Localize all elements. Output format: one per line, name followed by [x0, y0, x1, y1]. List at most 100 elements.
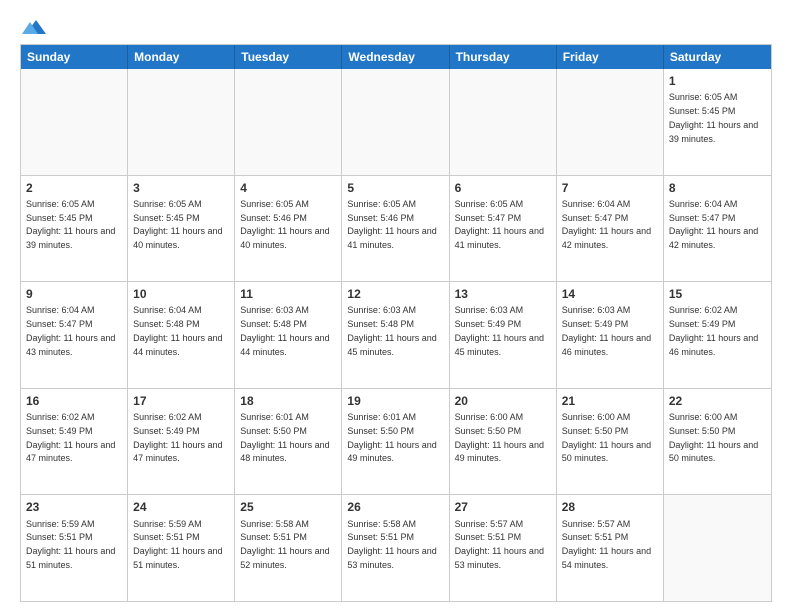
day-detail: Sunrise: 5:57 AM Sunset: 5:51 PM Dayligh… [562, 519, 651, 570]
calendar-cell: 1Sunrise: 6:05 AM Sunset: 5:45 PM Daylig… [664, 69, 771, 175]
day-detail: Sunrise: 6:04 AM Sunset: 5:47 PM Dayligh… [562, 199, 651, 250]
week-row-4: 16 Sunrise: 6:02 AM Sunset: 5:49 PM Dayli… [21, 389, 771, 496]
calendar-cell: 10 Sunrise: 6:04 AM Sunset: 5:48 PM Dayli… [128, 282, 235, 388]
day-detail: Sunrise: 6:00 AM Sunset: 5:50 PM Dayligh… [455, 412, 544, 463]
day-number: 20 [455, 393, 551, 409]
day-number: 15 [669, 286, 766, 302]
calendar-cell: 7 Sunrise: 6:04 AM Sunset: 5:47 PM Daylig… [557, 176, 664, 282]
day-number: 22 [669, 393, 766, 409]
day-detail: Sunrise: 6:02 AM Sunset: 5:49 PM Dayligh… [26, 412, 115, 463]
calendar-cell: 24Sunrise: 5:59 AM Sunset: 5:51 PM Dayli… [128, 495, 235, 601]
day-number: 8 [669, 180, 766, 196]
calendar-page: SundayMondayTuesdayWednesdayThursdayFrid… [0, 0, 792, 612]
day-detail: Sunrise: 6:03 AM Sunset: 5:48 PM Dayligh… [240, 305, 329, 356]
day-number: 11 [240, 286, 336, 302]
day-number: 2 [26, 180, 122, 196]
calendar-cell: 21 Sunrise: 6:00 AM Sunset: 5:50 PM Dayli… [557, 389, 664, 495]
calendar-cell: 27 Sunrise: 5:57 AM Sunset: 5:51 PM Dayli… [450, 495, 557, 601]
calendar-cell: 5 Sunrise: 6:05 AM Sunset: 5:46 PM Daylig… [342, 176, 449, 282]
col-header-saturday: Saturday [664, 45, 771, 69]
day-number: 24 [133, 499, 229, 515]
day-detail: Sunrise: 6:00 AM Sunset: 5:50 PM Dayligh… [669, 412, 758, 463]
col-header-wednesday: Wednesday [342, 45, 449, 69]
day-number: 9 [26, 286, 122, 302]
calendar-cell: 19 Sunrise: 6:01 AM Sunset: 5:50 PM Dayli… [342, 389, 449, 495]
logo [20, 16, 46, 36]
day-number: 13 [455, 286, 551, 302]
day-number: 14 [562, 286, 658, 302]
calendar: SundayMondayTuesdayWednesdayThursdayFrid… [20, 44, 772, 602]
calendar-cell: 14 Sunrise: 6:03 AM Sunset: 5:49 PM Dayli… [557, 282, 664, 388]
day-number: 21 [562, 393, 658, 409]
day-number: 19 [347, 393, 443, 409]
calendar-cell: 8 Sunrise: 6:04 AM Sunset: 5:47 PM Daylig… [664, 176, 771, 282]
day-detail: Sunrise: 6:04 AM Sunset: 5:48 PM Dayligh… [133, 305, 222, 356]
calendar-header-row: SundayMondayTuesdayWednesdayThursdayFrid… [21, 45, 771, 69]
day-detail: Sunrise: 6:02 AM Sunset: 5:49 PM Dayligh… [133, 412, 222, 463]
day-detail: Sunrise: 6:05 AM Sunset: 5:45 PM Dayligh… [669, 92, 758, 143]
day-detail: Sunrise: 5:57 AM Sunset: 5:51 PM Dayligh… [455, 519, 544, 570]
day-number: 4 [240, 180, 336, 196]
day-number: 12 [347, 286, 443, 302]
day-detail: Sunrise: 5:58 AM Sunset: 5:51 PM Dayligh… [240, 519, 329, 570]
day-detail: Sunrise: 6:03 AM Sunset: 5:49 PM Dayligh… [562, 305, 651, 356]
calendar-cell: 6 Sunrise: 6:05 AM Sunset: 5:47 PM Daylig… [450, 176, 557, 282]
day-detail: Sunrise: 6:05 AM Sunset: 5:47 PM Dayligh… [455, 199, 544, 250]
calendar-cell [235, 69, 342, 175]
col-header-tuesday: Tuesday [235, 45, 342, 69]
calendar-cell: 25 Sunrise: 5:58 AM Sunset: 5:51 PM Dayli… [235, 495, 342, 601]
col-header-monday: Monday [128, 45, 235, 69]
calendar-cell: 12 Sunrise: 6:03 AM Sunset: 5:48 PM Dayli… [342, 282, 449, 388]
day-number: 26 [347, 499, 443, 515]
day-number: 18 [240, 393, 336, 409]
calendar-cell [450, 69, 557, 175]
day-detail: Sunrise: 6:05 AM Sunset: 5:46 PM Dayligh… [240, 199, 329, 250]
calendar-cell: 18Sunrise: 6:01 AM Sunset: 5:50 PM Dayli… [235, 389, 342, 495]
day-number: 5 [347, 180, 443, 196]
calendar-cell [557, 69, 664, 175]
week-row-5: 23 Sunrise: 5:59 AM Sunset: 5:51 PM Dayli… [21, 495, 771, 601]
calendar-cell [664, 495, 771, 601]
day-number: 27 [455, 499, 551, 515]
calendar-cell: 23 Sunrise: 5:59 AM Sunset: 5:51 PM Dayli… [21, 495, 128, 601]
calendar-cell: 20 Sunrise: 6:00 AM Sunset: 5:50 PM Dayli… [450, 389, 557, 495]
calendar-cell: 26Sunrise: 5:58 AM Sunset: 5:51 PM Dayli… [342, 495, 449, 601]
calendar-cell: 17Sunrise: 6:02 AM Sunset: 5:49 PM Dayli… [128, 389, 235, 495]
calendar-cell [21, 69, 128, 175]
logo-icon [22, 16, 46, 36]
day-detail: Sunrise: 5:59 AM Sunset: 5:51 PM Dayligh… [26, 519, 115, 570]
day-detail: Sunrise: 6:05 AM Sunset: 5:45 PM Dayligh… [133, 199, 222, 250]
calendar-cell [342, 69, 449, 175]
header [20, 16, 772, 36]
day-detail: Sunrise: 6:03 AM Sunset: 5:49 PM Dayligh… [455, 305, 544, 356]
day-detail: Sunrise: 6:00 AM Sunset: 5:50 PM Dayligh… [562, 412, 651, 463]
calendar-cell: 4 Sunrise: 6:05 AM Sunset: 5:46 PM Daylig… [235, 176, 342, 282]
week-row-1: 1Sunrise: 6:05 AM Sunset: 5:45 PM Daylig… [21, 69, 771, 176]
day-number: 7 [562, 180, 658, 196]
day-number: 10 [133, 286, 229, 302]
calendar-body: 1Sunrise: 6:05 AM Sunset: 5:45 PM Daylig… [21, 69, 771, 601]
day-number: 6 [455, 180, 551, 196]
day-number: 3 [133, 180, 229, 196]
day-number: 16 [26, 393, 122, 409]
day-detail: Sunrise: 6:05 AM Sunset: 5:46 PM Dayligh… [347, 199, 436, 250]
calendar-cell: 11 Sunrise: 6:03 AM Sunset: 5:48 PM Dayli… [235, 282, 342, 388]
day-detail: Sunrise: 6:01 AM Sunset: 5:50 PM Dayligh… [347, 412, 436, 463]
calendar-cell: 28Sunrise: 5:57 AM Sunset: 5:51 PM Dayli… [557, 495, 664, 601]
calendar-cell: 15Sunrise: 6:02 AM Sunset: 5:49 PM Dayli… [664, 282, 771, 388]
col-header-friday: Friday [557, 45, 664, 69]
day-number: 23 [26, 499, 122, 515]
day-detail: Sunrise: 6:04 AM Sunset: 5:47 PM Dayligh… [669, 199, 758, 250]
week-row-3: 9Sunrise: 6:04 AM Sunset: 5:47 PM Daylig… [21, 282, 771, 389]
day-detail: Sunrise: 6:05 AM Sunset: 5:45 PM Dayligh… [26, 199, 115, 250]
calendar-cell: 9Sunrise: 6:04 AM Sunset: 5:47 PM Daylig… [21, 282, 128, 388]
col-header-sunday: Sunday [21, 45, 128, 69]
calendar-cell: 13 Sunrise: 6:03 AM Sunset: 5:49 PM Dayli… [450, 282, 557, 388]
calendar-cell: 22 Sunrise: 6:00 AM Sunset: 5:50 PM Dayli… [664, 389, 771, 495]
calendar-cell: 16 Sunrise: 6:02 AM Sunset: 5:49 PM Dayli… [21, 389, 128, 495]
col-header-thursday: Thursday [450, 45, 557, 69]
day-number: 25 [240, 499, 336, 515]
calendar-cell [128, 69, 235, 175]
day-detail: Sunrise: 6:03 AM Sunset: 5:48 PM Dayligh… [347, 305, 436, 356]
calendar-cell: 2 Sunrise: 6:05 AM Sunset: 5:45 PM Daylig… [21, 176, 128, 282]
